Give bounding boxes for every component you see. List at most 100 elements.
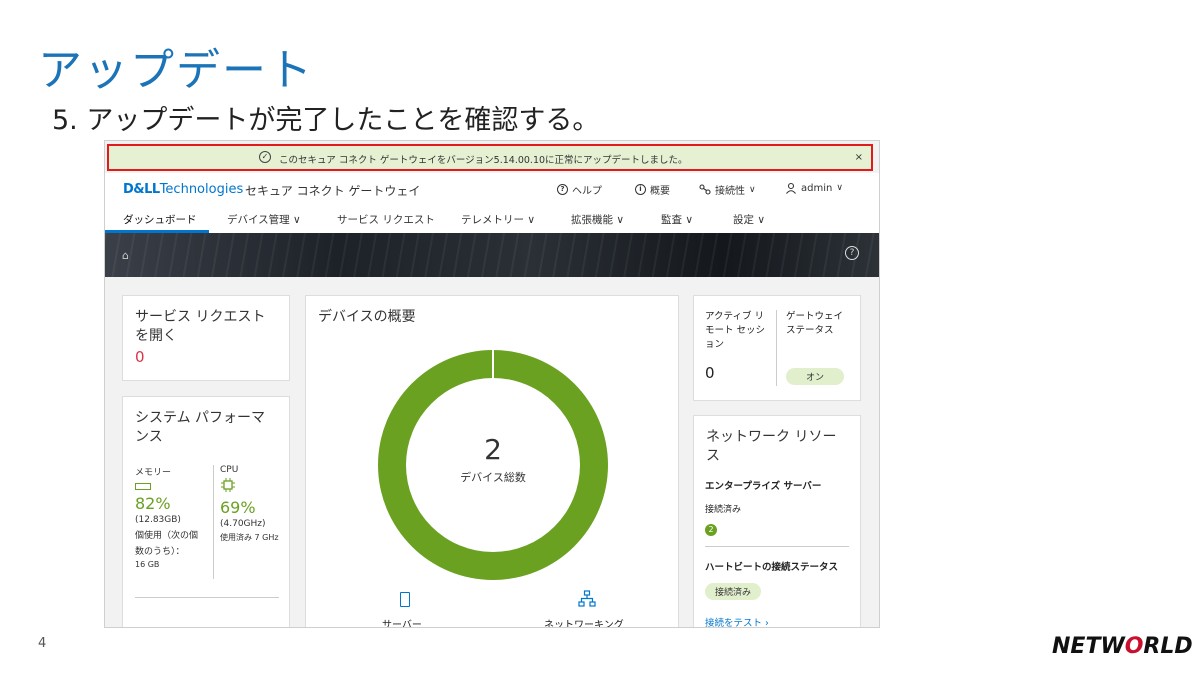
card-title: サービス リクエスト を開く	[135, 308, 265, 346]
test-connection-link[interactable]: 接続をテスト ›	[705, 615, 769, 628]
device-donut-chart[interactable]: 2 デバイス総数	[378, 350, 608, 580]
chevron-down-icon: ∨	[836, 183, 843, 193]
chevron-down-icon: ∨	[749, 184, 756, 195]
active-sessions-line1: アクティブ リ	[705, 311, 764, 322]
gateway-status-line2: ステータス	[786, 325, 834, 336]
hero-banner: ⌂ ?	[105, 233, 879, 277]
networking-label: ネットワーキング	[544, 620, 624, 628]
tab-telemetry[interactable]: テレメトリー ∨	[461, 212, 535, 227]
tab-audit[interactable]: 監査 ∨	[661, 212, 693, 227]
tab-dashboard[interactable]: ダッシュボード	[123, 212, 197, 227]
page-number: 4	[38, 636, 47, 651]
device-total-label: デバイス総数	[460, 471, 526, 484]
network-resources-card: ネットワーク リソー ス エンタープライズ サーバー 接続済み 2 ハートビート…	[693, 415, 861, 628]
chevron-down-icon: ∨	[293, 214, 301, 226]
active-sessions-line2: モート セッシ	[705, 325, 766, 336]
cpu-chip-icon	[221, 478, 235, 492]
donut-hole: 2 デバイス総数	[406, 378, 580, 552]
memory-icon	[135, 483, 151, 490]
tab-devices[interactable]: デバイス管理 ∨	[227, 212, 301, 227]
card-title: ネットワーク リソー ス	[706, 428, 836, 466]
memory-block: メモリー 82% (12.83GB) 個使用（次の個 数のうち）： 16 GB	[135, 465, 217, 569]
help-icon: ?	[557, 184, 568, 195]
server-label: サーバー	[382, 620, 422, 628]
gateway-status-badge: オン	[786, 368, 844, 385]
test-connection-label: 接続をテスト	[705, 618, 763, 628]
card-title: デバイスの概要	[318, 309, 416, 325]
donut-segment-divider	[492, 350, 494, 378]
card-title-line2: ス	[706, 448, 720, 464]
gateway-status-label: ゲートウェイ ステータス	[786, 310, 843, 338]
connected-count-badge: 2	[705, 524, 717, 536]
card-title: システム パフォーマ ンス	[135, 409, 265, 447]
divider	[776, 310, 777, 386]
memory-detail-1: (12.83GB)	[135, 515, 181, 525]
memory-detail-2: 個使用（次の個	[135, 531, 199, 541]
network-icon[interactable]	[578, 590, 596, 608]
card-title-line1: サービス リクエスト	[135, 309, 266, 325]
active-sessions-line3: ョン	[705, 339, 725, 350]
chevron-down-icon: ∨	[685, 214, 694, 226]
networld-logo: NETWORLD	[1052, 634, 1193, 659]
card-title-line2: ンス	[135, 429, 163, 445]
gateway-status-line1: ゲートウェイ	[786, 311, 844, 322]
dell-technologies-logo: D&LLTechnologies	[123, 182, 243, 197]
step-instruction: 5. アップデートが完了したことを確認する。	[52, 105, 600, 136]
tab-settings[interactable]: 設定 ∨	[733, 212, 765, 227]
hero-texture	[105, 233, 879, 277]
memory-label: メモリー	[135, 468, 172, 478]
system-performance-card: システム パフォーマ ンス メモリー 82% (12.83GB) 個使用（次の個…	[122, 396, 290, 627]
memory-detail-4: 16 GB	[135, 560, 160, 569]
connected-label: 接続済み	[705, 505, 742, 515]
info-icon: i	[635, 184, 646, 195]
open-service-requests-card[interactable]: サービス リクエスト を開く 0	[122, 295, 290, 381]
remote-session-card: アクティブ リ モート セッシ ョン 0 ゲートウェイ ステータス オン	[693, 295, 861, 401]
cpu-detail-1: (4.70GHz)	[220, 519, 266, 529]
tab-settings-label: 設定	[733, 214, 754, 226]
banner-close-button[interactable]: ×	[855, 152, 863, 163]
active-sessions-label: アクティブ リ モート セッシ ョン	[705, 310, 765, 352]
slide-title: アップデート	[38, 45, 314, 96]
connectivity-menu[interactable]: 接続性 ∨	[699, 182, 756, 197]
overview-label: 概要	[650, 186, 670, 197]
logo-prefix: NETW	[1052, 634, 1125, 659]
help-label: ヘルプ	[572, 186, 602, 197]
banner-message: このセキュア コネクト ゲートウェイをバージョン5.14.00.10に正常にアッ…	[279, 155, 688, 166]
tab-extensions[interactable]: 拡張機能 ∨	[571, 212, 624, 227]
tab-audit-label: 監査	[661, 214, 682, 226]
chevron-down-icon: ∨	[527, 214, 536, 226]
server-icon[interactable]	[400, 592, 410, 607]
tab-devices-label: デバイス管理	[227, 214, 290, 226]
user-menu[interactable]: admin ∨	[785, 182, 843, 194]
card-title-line1: システム パフォーマ	[135, 410, 266, 426]
open-sr-count: 0	[135, 348, 145, 366]
cpu-block: CPU 69% (4.70GHz) 使用済み 7 GHz	[220, 465, 290, 543]
cpu-percent: 69%	[220, 498, 256, 517]
active-sessions-count: 0	[705, 364, 715, 382]
brand-bold: D&LL	[123, 182, 160, 197]
cpu-detail-2: 使用済み 7 GHz	[220, 533, 279, 542]
tab-extensions-label: 拡張機能	[571, 214, 613, 226]
memory-percent: 82%	[135, 494, 171, 513]
screenshot-frame: ✓ このセキュア コネクト ゲートウェイをバージョン5.14.00.10に正常に…	[104, 140, 880, 628]
chevron-down-icon: ∨	[616, 214, 625, 226]
help-menu[interactable]: ? ヘルプ	[557, 182, 602, 197]
help-circle-icon[interactable]: ?	[845, 246, 859, 260]
enterprise-server-heading: エンタープライズ サーバー	[705, 481, 822, 492]
device-total: 2	[484, 433, 502, 466]
success-banner: ✓ このセキュア コネクト ゲートウェイをバージョン5.14.00.10に正常に…	[107, 144, 873, 171]
divider	[135, 597, 279, 598]
overview-menu[interactable]: i 概要	[635, 182, 670, 197]
home-icon[interactable]: ⌂	[122, 249, 129, 262]
memory-detail-3: 数のうち）：	[135, 547, 185, 557]
brand-rest: Technologies	[159, 182, 244, 197]
check-circle-icon: ✓	[259, 151, 271, 163]
main-menu: ダッシュボード デバイス管理 ∨ サービス リクエスト テレメトリー ∨ 拡張機…	[105, 203, 879, 233]
user-name: admin	[801, 182, 833, 194]
tab-service-requests[interactable]: サービス リクエスト	[337, 212, 435, 227]
device-overview-card: デバイスの概要 2 デバイス総数 サーバー ネットワーキング	[305, 295, 679, 628]
app-name: セキュア コネクト ゲートウェイ	[245, 184, 421, 198]
divider	[705, 546, 849, 547]
user-icon	[786, 182, 796, 194]
connectivity-icon	[699, 184, 711, 195]
